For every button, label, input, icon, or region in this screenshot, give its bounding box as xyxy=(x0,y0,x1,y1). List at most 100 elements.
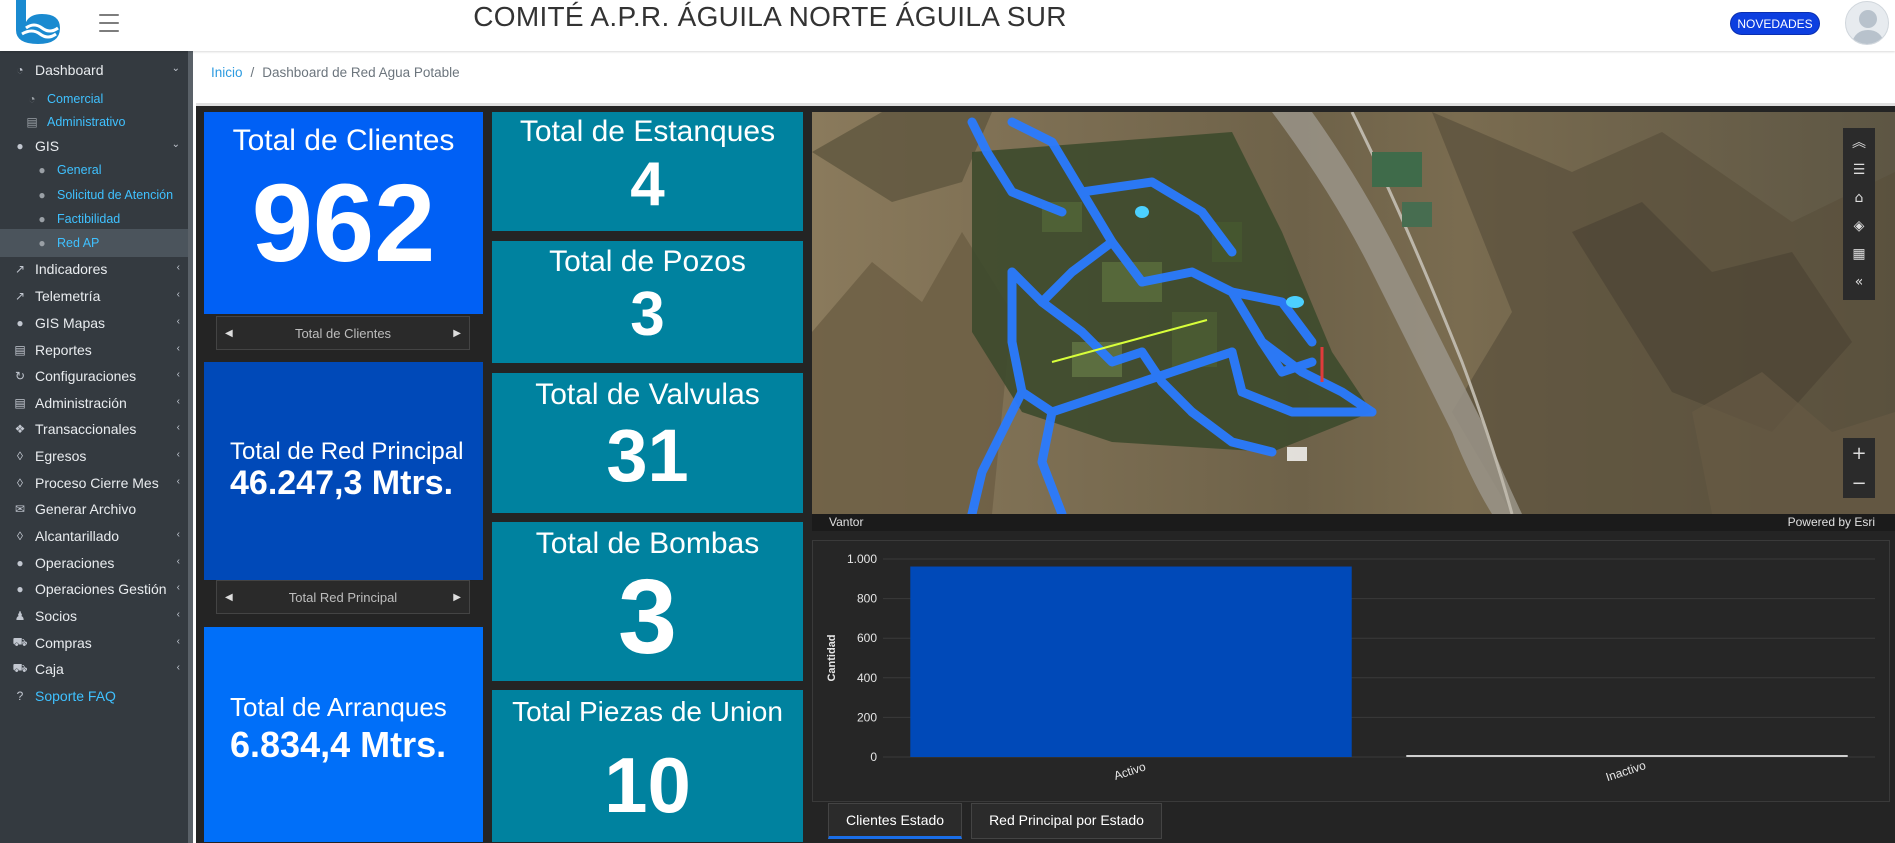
card-value: 4 xyxy=(630,150,665,219)
qr-icon[interactable]: ▦ xyxy=(1843,240,1875,268)
globe-icon: ● xyxy=(16,556,24,570)
sidebar-item-proceso-cierre-mes[interactable]: ◊ Proceso Cierre Mes ‹ xyxy=(0,469,188,497)
globe-icon: ● xyxy=(38,163,46,177)
menu-toggle-icon[interactable] xyxy=(99,14,119,32)
sidebar-item-label: Caja xyxy=(35,661,64,677)
chevron-left-icon: ‹ xyxy=(176,422,180,433)
sidebar-item-reportes[interactable]: ▤ Reportes ‹ xyxy=(0,336,188,364)
sidebar-item-label: Proceso Cierre Mes xyxy=(35,475,159,491)
chevron-left-icon: ‹ xyxy=(176,556,180,567)
chevron-down-icon: ⌄ xyxy=(171,139,180,150)
sidebar-item-generar-archivo[interactable]: ✉ Generar Archivo xyxy=(0,495,188,523)
card-value: 31 xyxy=(606,414,689,497)
map-attribution-right[interactable]: Powered by Esri xyxy=(1788,515,1875,529)
card-title: Total de Bombas xyxy=(535,527,760,560)
sidebar-item-label: Alcantarillado xyxy=(35,528,120,544)
legend-list-icon[interactable]: ☰ xyxy=(1843,156,1875,184)
sidebar-item-label: Configuraciones xyxy=(35,368,137,384)
next-arrow-icon[interactable]: ▶ xyxy=(453,328,461,339)
sidebar-item-label: Administración xyxy=(35,395,127,411)
chevron-left-icon: ‹ xyxy=(176,609,180,620)
sidebar-item-red-ap[interactable]: ● Red AP xyxy=(0,229,188,257)
bar-chart-svg: 0 200 400 600 800 1.000 Cantidad Activo Inactivo xyxy=(826,552,1875,784)
clientes-estado-chart: 0 200 400 600 800 1.000 Cantidad Activo Inactivo xyxy=(812,540,1890,802)
tab-red-principal-por-estado[interactable]: Red Principal por Estado xyxy=(971,803,1162,839)
sidebar-item-dashboard[interactable]: ◔ Dashboard ⌄ xyxy=(0,56,188,84)
satellite-map[interactable] xyxy=(812,112,1895,514)
prev-arrow-icon[interactable]: ◀ xyxy=(225,328,233,339)
sidebar-item-egresos[interactable]: ◊ Egresos ‹ xyxy=(0,442,188,470)
chevron-left-icon: ‹ xyxy=(176,449,180,460)
sidebar-item-label: Solicitud de Atención xyxy=(57,188,174,202)
chevron-left-icon: ‹ xyxy=(176,582,180,593)
y-tick-label: 200 xyxy=(857,710,877,724)
layers-icon[interactable]: ◈ xyxy=(1843,212,1875,240)
collapse-left-icon[interactable]: « xyxy=(1843,268,1875,296)
sidebar-item-operaciones-gestión[interactable]: ● Operaciones Gestión ‹ xyxy=(0,575,188,603)
tab-clientes-estado[interactable]: Clientes Estado xyxy=(828,803,963,839)
sidebar-item-administración[interactable]: ▤ Administración ‹ xyxy=(0,389,188,417)
dashboard-icon: ◔ xyxy=(16,63,24,77)
sidebar-item-configuraciones[interactable]: ↻ Configuraciones ‹ xyxy=(0,362,188,390)
card-value: 3 xyxy=(618,558,677,676)
envelope-icon: ✉ xyxy=(14,502,26,516)
zoom-out-button[interactable]: − xyxy=(1843,468,1875,498)
zoom-in-button[interactable]: + xyxy=(1843,438,1875,468)
sidebar-item-compras[interactable]: ⛟ Compras ‹ xyxy=(0,629,188,657)
chevron-left-icon: ‹ xyxy=(176,476,180,487)
chevron-down-icon: ⌄ xyxy=(171,63,180,74)
breadcrumb-separator: / xyxy=(250,65,255,80)
water-drop-logo-icon[interactable] xyxy=(12,0,64,46)
map-toolbar: ︽ ☰ ⌂ ◈ ▦ « xyxy=(1843,128,1875,300)
sidebar-item-indicadores[interactable]: ↗ Indicadores ‹ xyxy=(0,255,188,283)
globe-icon: ● xyxy=(38,212,46,226)
map-attribution-left: Vantor xyxy=(829,515,864,529)
sidebar-item-label: General xyxy=(57,163,102,177)
sidebar-item-soporte-faq[interactable]: ? Soporte FAQ xyxy=(0,682,188,710)
breadcrumb-current: Dashboard de Red Agua Potable xyxy=(262,65,460,80)
chevron-left-icon: ‹ xyxy=(176,369,180,380)
chevron-left-icon: ‹ xyxy=(176,262,180,273)
chevron-left-icon: ‹ xyxy=(176,289,180,300)
sidebar-item-telemetría[interactable]: ↗ Telemetría ‹ xyxy=(0,282,188,310)
y-tick-label: 800 xyxy=(857,592,877,606)
chevron-left-icon: ‹ xyxy=(176,343,180,354)
globe-icon: ● xyxy=(38,188,46,202)
cart-icon: ⛟ xyxy=(12,635,28,649)
sidebar-item-transaccionales[interactable]: ❖ Transaccionales ‹ xyxy=(0,415,188,443)
next-arrow-icon[interactable]: ▶ xyxy=(453,592,461,603)
sidebar-item-gis-mapas[interactable]: ● GIS Mapas ‹ xyxy=(0,309,188,337)
sidebar-item-label: Red AP xyxy=(57,236,100,250)
x-tick-label: Activo xyxy=(1112,759,1148,783)
gauge-icon: ◔ xyxy=(28,92,36,106)
sidebar-item-label: Indicadores xyxy=(35,261,108,277)
globe-icon: ● xyxy=(38,236,46,250)
sidebar: ◔ Dashboard ⌄ ◔ Comercial ▤ Administrativo ● GIS… xyxy=(0,51,193,843)
user-avatar[interactable] xyxy=(1845,1,1889,45)
sidebar-item-label: Socios xyxy=(35,608,78,624)
total-arranques-card: Total de Arranques 6.834,4 Mtrs. xyxy=(204,627,483,842)
breadcrumb: Inicio / Dashboard de Red Agua Potable xyxy=(211,65,460,80)
sidebar-item-alcantarillado[interactable]: ◊ Alcantarillado ‹ xyxy=(0,522,188,550)
prev-arrow-icon[interactable]: ◀ xyxy=(225,592,233,603)
pager-label: Total de Clientes xyxy=(294,325,392,341)
collapse-up-icon[interactable]: ︽ xyxy=(1843,128,1875,156)
news-button[interactable]: NOVEDADES xyxy=(1730,12,1820,35)
card-value: 6.834,4 Mtrs. xyxy=(230,724,447,765)
sidebar-item-caja[interactable]: ⛟ Caja ‹ xyxy=(0,655,188,683)
chevron-left-icon: ‹ xyxy=(176,529,180,540)
map-zoom-controls: + − xyxy=(1843,438,1875,498)
sidebar-item-label: Generar Archivo xyxy=(35,501,137,517)
drop-icon: ◊ xyxy=(17,476,23,490)
bar-activo xyxy=(910,566,1352,757)
sidebar-item-general[interactable]: ● General xyxy=(0,156,188,184)
y-axis-label: Cantidad xyxy=(826,634,838,681)
breadcrumb-home-link[interactable]: Inicio xyxy=(211,65,243,80)
sidebar-item-label: Compras xyxy=(35,635,92,651)
sidebar-item-socios[interactable]: ♟ Socios ‹ xyxy=(0,602,188,630)
sidebar-item-operaciones[interactable]: ● Operaciones ‹ xyxy=(0,549,188,577)
sidebar-item-label: Transaccionales xyxy=(35,421,137,437)
total-pozos-card: Total de Pozos 3 xyxy=(492,241,803,363)
card-value: 3 xyxy=(630,280,665,349)
home-icon[interactable]: ⌂ xyxy=(1843,184,1875,212)
